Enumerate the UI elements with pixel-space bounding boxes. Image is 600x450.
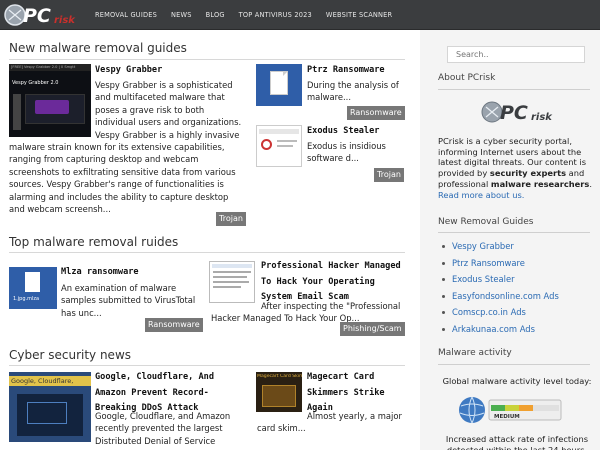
divider [9,59,405,60]
divider [9,252,405,253]
bullet-icon [442,245,445,248]
divider [438,89,590,90]
new-guides-list: Vespy Grabber Ptrz Ransomware Exodus Ste… [442,238,559,337]
about-bold-experts: security experts [489,168,567,179]
ptrz-title[interactable]: Ptrz Ransomware [307,63,385,79]
sidebar: About PCrisk PC risk PCrisk is a cyber s… [420,30,600,450]
guide-link-arkakunaa[interactable]: Arkakunaa.com Ads [442,321,559,338]
nav-website-scanner[interactable]: WEBSITE SCANNER [326,11,392,19]
featured-title[interactable]: Vespy Grabber [95,63,162,79]
nav-news[interactable]: NEWS [171,11,192,19]
thumb-window-header: [FREE] Vespy Grabber 2.0 | 0 Smgtt [9,64,91,71]
section-title-new-guides: New malware removal guides [9,41,187,55]
hacker-scam-thumbnail[interactable] [209,261,255,303]
svg-text:risk: risk [531,112,553,123]
malware-activity-gauge: MEDIUM [459,396,562,424]
guide-link-easyfondsonline[interactable]: Easyfondsonline.com Ads [442,288,559,305]
bullet-icon [442,327,445,331]
malware-activity-title: Malware activity [438,348,512,358]
ddos-news-body: Google, Cloudflare, and Amazon recently … [95,411,231,446]
pcrisk-logo[interactable]: PC risk [480,98,570,126]
ptrz-body: During the analysis of malware... [307,80,399,103]
read-more-link[interactable]: Read more about us. [438,190,524,200]
divider [438,232,590,233]
about-title: About PCrisk [438,73,496,83]
activity-bottom-text: Increased attack rate of infections dete… [445,434,589,450]
search-input[interactable] [447,46,585,63]
nav-blog[interactable]: BLOG [206,11,225,19]
bullet-icon [442,261,445,265]
mlza-body: An examination of malware samples submit… [61,283,196,318]
nav-removal-guides[interactable]: REMOVAL GUIDES [95,11,157,19]
tag-trojan[interactable]: Trojan [216,212,246,226]
tag-ransomware[interactable]: Ransomware [347,106,405,120]
nav-top-antivirus[interactable]: TOP ANTIVIRUS 2023 [239,11,312,19]
activity-level-text: Global malware activity level today: [442,376,592,386]
svg-text:PC: PC [500,102,528,124]
guide-link-exodus-stealer[interactable]: Exodus Stealer [442,271,559,288]
featured-body-rest: malware strain known for its extensive c… [9,142,236,215]
about-bold-researchers: malware researchers [490,178,590,189]
thumb-caption: Vespy Grabber 2.0 [12,80,59,86]
thumb-caption: 1.jpg.mlza [13,296,40,302]
svg-text:PC: PC [23,5,51,27]
pcrisk-logo[interactable]: PC risk [3,2,89,28]
bullet-icon [442,294,445,298]
guide-link-vespy-grabber[interactable]: Vespy Grabber [442,238,559,255]
ddos-news-thumbnail[interactable]: Google, Cloudflare, [9,372,91,442]
main-nav: REMOVAL GUIDES NEWS BLOG TOP ANTIVIRUS 2… [95,0,406,30]
divider [9,365,405,366]
ptrz-ransomware-thumbnail[interactable] [256,64,302,106]
tag-trojan[interactable]: Trojan [374,168,404,182]
thumb-caption: Magecart Card Skim [257,374,302,379]
hacker-scam-title[interactable]: Professional Hacker Managed To Hack Your… [261,259,403,306]
new-removal-guides-title: New Removal Guides [438,217,534,227]
guide-link-comscp[interactable]: Comscp.co.in Ads [442,304,559,321]
magecart-news-thumbnail[interactable]: Magecart Card Skim [256,372,302,412]
tag-ransomware[interactable]: Ransomware [145,318,203,332]
exodus-stealer-thumbnail[interactable] [256,125,302,167]
globe-icon [459,397,485,423]
top-navigation-bar: PC risk REMOVAL GUIDES NEWS BLOG TOP ANT… [0,0,600,30]
tag-phishing-scam[interactable]: Phishing/Scam [340,322,405,336]
guide-link-ptrz-ransomware[interactable]: Ptrz Ransomware [442,255,559,272]
magecart-news-body: Almost yearly, a major card skim... [257,411,402,434]
exodus-body: Exodus is insidious software d... [307,141,386,164]
bullet-icon [442,278,445,281]
gauge-level-label: MEDIUM [494,414,520,420]
thumb-caption: Google, Cloudflare, [9,376,91,386]
section-title-top-guides: Top malware removal ruides [9,235,179,249]
exodus-title[interactable]: Exodus Stealer [307,124,379,140]
featured-body-lead: Vespy Grabber is a sophisticated and mul… [95,80,242,140]
mlza-thumbnail[interactable]: 1.jpg.mlza [9,267,57,309]
section-title-news: Cyber security news [9,348,132,362]
svg-text:risk: risk [54,15,76,26]
divider [438,364,590,365]
vespy-grabber-thumbnail[interactable]: [FREE] Vespy Grabber 2.0 | 0 Smgtt Vespy… [9,64,91,137]
mlza-title[interactable]: Mlza ransomware [61,265,139,281]
bullet-icon [442,311,445,314]
about-text: PCrisk is a cyber security portal, infor… [438,136,592,200]
